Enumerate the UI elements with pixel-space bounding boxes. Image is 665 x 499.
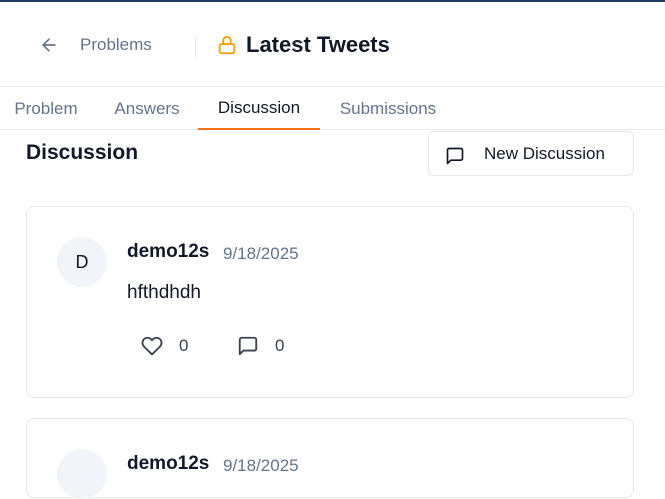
reply-count: 0	[275, 336, 285, 355]
post-body: hfthdhdh	[127, 282, 201, 303]
reply-button[interactable]: 0	[237, 335, 284, 357]
back-to-problems-button[interactable]: Problems	[39, 35, 152, 55]
avatar	[57, 449, 107, 499]
lock-icon	[218, 35, 236, 55]
tab-submissions[interactable]: Submissions	[324, 88, 452, 130]
back-label: Problems	[80, 35, 152, 54]
page-header: Problems Latest Tweets	[0, 2, 665, 87]
like-count: 0	[179, 336, 189, 355]
heart-icon	[141, 336, 163, 356]
post-date: 9/18/2025	[223, 456, 299, 475]
discussion-post: D demo12s 9/18/2025 hfthdhdh 0 0	[26, 206, 634, 398]
post-date: 9/18/2025	[223, 244, 299, 263]
discussion-heading: Discussion	[26, 141, 139, 164]
tab-answers[interactable]: Answers	[98, 88, 196, 130]
like-button[interactable]: 0	[141, 335, 188, 357]
tab-bar: Problem Answers Discussion Submissions	[0, 88, 665, 130]
message-square-icon	[238, 336, 258, 356]
problem-title: Latest Tweets	[246, 32, 390, 57]
tab-discussion[interactable]: Discussion	[198, 88, 320, 130]
discussion-post: demo12s 9/18/2025	[26, 418, 634, 499]
tab-problem[interactable]: Problem	[0, 88, 92, 130]
post-author: demo12s	[127, 241, 210, 262]
post-author: demo12s	[127, 453, 210, 474]
new-discussion-label: New Discussion	[484, 144, 605, 163]
new-discussion-button[interactable]: New Discussion	[428, 131, 634, 176]
avatar: D	[57, 237, 107, 287]
header-divider	[195, 36, 196, 58]
arrow-left-icon	[42, 38, 56, 52]
message-square-icon	[446, 147, 464, 165]
